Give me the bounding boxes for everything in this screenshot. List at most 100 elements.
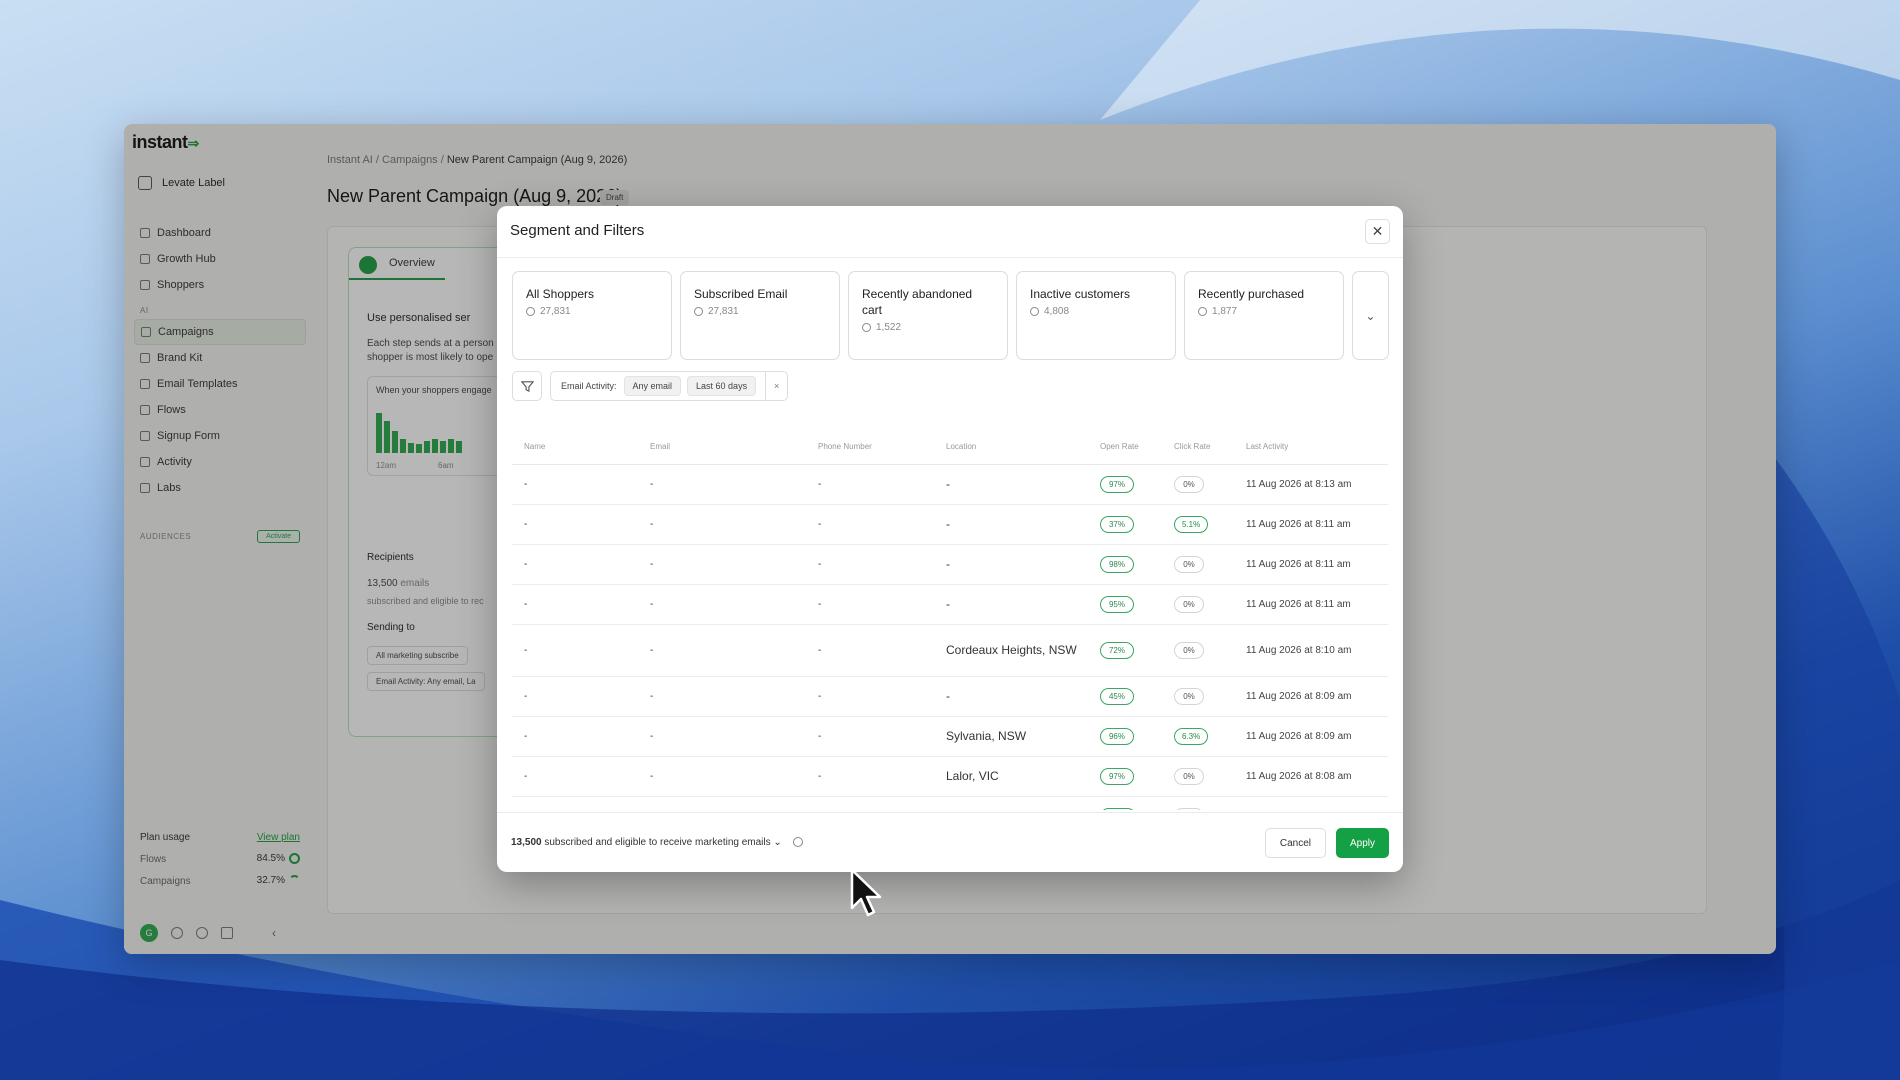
close-button[interactable]: ✕ <box>1365 219 1390 244</box>
segment-name: All Shoppers <box>526 287 595 301</box>
shoppers-table[interactable]: Name Email Phone Number Location Open Ra… <box>512 430 1388 810</box>
cell-email: - <box>638 796 806 810</box>
filter-value-any-email[interactable]: Any email <box>623 376 682 396</box>
column-header[interactable]: Phone Number <box>806 430 934 465</box>
rate-badge: 100% <box>1100 807 1137 810</box>
cell-email: - <box>638 676 806 717</box>
table-row[interactable]: - - - -37% 5.1% 11 Aug 2026 at 8:11 am <box>512 504 1388 545</box>
cell-open-rate: 100% <box>1088 796 1162 810</box>
rate-badge: 6.3% <box>1174 727 1209 745</box>
cell-name: - <box>512 796 638 810</box>
remove-filter-icon[interactable]: × <box>765 372 787 400</box>
modal-title: Segment and Filters <box>510 222 645 239</box>
cell-email: - <box>638 756 806 797</box>
cell-name: - <box>512 544 638 585</box>
cell-email: - <box>638 624 806 677</box>
segment-name: Recently purchased <box>1198 287 1305 301</box>
cell-last-activity: 11 Aug 2026 at 8:10 am <box>1234 624 1388 677</box>
cell-click-rate: 0% <box>1162 624 1234 677</box>
cell-location: Condell Park, NSW <box>934 796 1088 810</box>
cell-click-rate: 5.1% <box>1162 504 1234 545</box>
apply-button[interactable]: Apply <box>1335 828 1389 858</box>
table-row[interactable]: - - - Sylvania, NSW 96% 6.3% 11 Aug 2026 at 8:… <box>512 716 1388 757</box>
column-header[interactable]: Open Rate <box>1088 430 1162 465</box>
cell-open-rate: 37% <box>1088 504 1162 545</box>
rate-badge: 45% <box>1100 687 1134 705</box>
cell-click-rate: 0% <box>1162 544 1234 585</box>
table-row[interactable]: - - - -45% 0% 11 Aug 2026 at 8:09 am <box>512 676 1388 717</box>
segment-count-row: 4,808 <box>1030 306 1162 317</box>
rate-badge: 96% <box>1100 727 1134 745</box>
table-row[interactable]: - - - Lalor, VIC 97% 0% 11 Aug 2026 at 8:08 am <box>512 756 1388 797</box>
column-header[interactable]: Location <box>934 430 1088 465</box>
table-row[interactable]: - - - Cordeaux Heights, NSW 72% 0% 11 Aug 2026… <box>512 624 1388 677</box>
cell-location: Sylvania, NSW <box>934 716 1088 757</box>
cell-email: - <box>638 584 806 625</box>
marketing-emails-dropdown[interactable]: marketing emails ⌄ <box>695 837 782 848</box>
column-header[interactable]: Last Activity <box>1234 430 1388 465</box>
segment-count-row: 1,522 <box>862 322 994 333</box>
modal-header: Segment and Filters ✕ <box>497 206 1403 258</box>
shoppers-table-grid: Name Email Phone Number Location Open Ra… <box>512 430 1388 810</box>
target-icon <box>862 323 871 332</box>
segment-count-row: 27,831 <box>526 306 658 317</box>
table-body: - - - -97% 0% 11 Aug 2026 at 8:13 am - - - -37% 5.… <box>512 464 1388 810</box>
rate-badge: 0% <box>1174 767 1204 785</box>
cell-last-activity: 11 Aug 2026 at 8:08 am <box>1234 756 1388 797</box>
cell-phone: - <box>806 504 934 545</box>
eligible-count: 13,500 <box>511 837 542 848</box>
cell-open-rate: 95% <box>1088 584 1162 625</box>
segment-card[interactable]: All Shoppers 27,831 <box>512 271 672 360</box>
mouse-cursor-icon <box>850 868 882 917</box>
segment-count: 27,831 <box>540 306 571 317</box>
cell-click-rate: 6.3% <box>1162 716 1234 757</box>
segment-name: Inactive customers <box>1030 287 1131 301</box>
segment-card[interactable]: Recently abandoned cart 1,522 <box>848 271 1008 360</box>
table-header: Name Email Phone Number Location Open Ra… <box>512 430 1388 465</box>
filter-value-last-60-days[interactable]: Last 60 days <box>687 376 757 396</box>
cell-last-activity: 11 Aug 2026 at 8:09 am <box>1234 676 1388 717</box>
table-row[interactable]: - - - -97% 0% 11 Aug 2026 at 8:13 am <box>512 464 1388 505</box>
cell-open-rate: 96% <box>1088 716 1162 757</box>
cell-name: - <box>512 676 638 717</box>
rate-badge: 0% <box>1174 687 1204 705</box>
filter-bar: Email Activity: Any email Last 60 days × <box>512 371 789 401</box>
table-row[interactable]: - - - -95% 0% 11 Aug 2026 at 8:11 am <box>512 584 1388 625</box>
cell-email: - <box>638 504 806 545</box>
cell-email: - <box>638 544 806 585</box>
cell-phone: - <box>806 756 934 797</box>
cell-last-activity: 11 Aug 2026 at 8:09 am <box>1234 716 1388 757</box>
table-row[interactable]: - - - -98% 0% 11 Aug 2026 at 8:11 am <box>512 544 1388 585</box>
cell-click-rate: 0% <box>1162 584 1234 625</box>
segment-card[interactable]: Subscribed Email 27,831 <box>680 271 840 360</box>
rate-badge: 0% <box>1174 475 1204 493</box>
cell-phone: - <box>806 796 934 810</box>
info-icon[interactable] <box>792 837 803 848</box>
cell-last-activity: 11 Aug 2026 at 8:11 am <box>1234 584 1388 625</box>
close-icon: ✕ <box>1371 223 1384 239</box>
more-segments-button[interactable]: ⌄ <box>1352 271 1389 360</box>
table-row[interactable]: ---Condell Park, NSW100%0%11 Aug 2026 at… <box>512 796 1388 810</box>
filter-label: Email Activity: <box>561 381 617 391</box>
cell-click-rate: 0% <box>1162 464 1234 505</box>
cell-phone: - <box>806 584 934 625</box>
column-header[interactable]: Email <box>638 430 806 465</box>
cell-name: - <box>512 584 638 625</box>
email-activity-filter: Email Activity: Any email Last 60 days × <box>550 371 789 401</box>
target-icon <box>694 307 703 316</box>
segment-card[interactable]: Recently purchased 1,877 <box>1184 271 1344 360</box>
segment-card[interactable]: Inactive customers 4,808 <box>1016 271 1176 360</box>
column-header[interactable]: Click Rate <box>1162 430 1234 465</box>
segment-count: 4,808 <box>1044 306 1070 317</box>
modal-footer: 13,500 subscribed and eligible to receiv… <box>497 812 1403 872</box>
funnel-icon <box>520 380 534 392</box>
cell-click-rate: 0% <box>1162 756 1234 797</box>
cell-click-rate: 0% <box>1162 676 1234 717</box>
cell-name: - <box>512 624 638 677</box>
column-header[interactable]: Name <box>512 430 638 465</box>
rate-badge: 37% <box>1100 515 1134 533</box>
cancel-button[interactable]: Cancel <box>1264 828 1326 858</box>
cell-name: - <box>512 464 638 505</box>
cell-location: - <box>934 676 1088 717</box>
filter-button[interactable] <box>512 371 542 401</box>
